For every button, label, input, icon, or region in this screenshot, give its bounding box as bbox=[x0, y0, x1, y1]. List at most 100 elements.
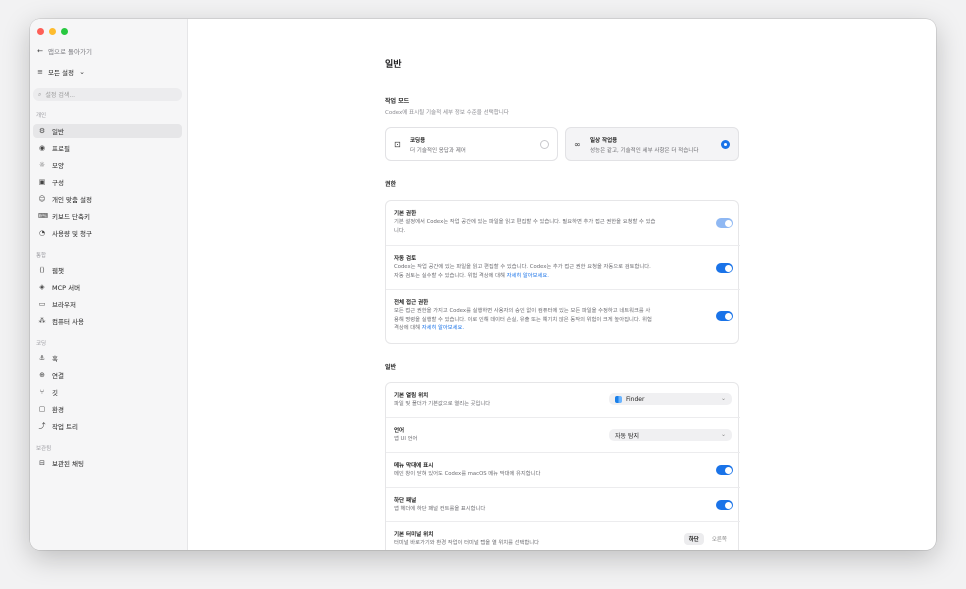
config-icon: ▣ bbox=[38, 177, 46, 186]
language-select[interactable]: 자동 탐지 ⌄ bbox=[609, 429, 732, 441]
settings-content-pane: 일반 작업 모드 Codex에 표시될 기술적 세부 정보 수준을 선택합니다 … bbox=[187, 19, 936, 550]
menubar-row: 메뉴 막대에 표시 메인 창이 닫혀 있어도 Codex를 macOS 메뉴 막… bbox=[386, 452, 740, 487]
settings-scope-dropdown[interactable]: ≡ 모든 설정 ⌄ bbox=[36, 65, 86, 79]
learn-more-link[interactable]: 자세히 알아보세요. bbox=[422, 325, 464, 331]
bottom-panel-toggle[interactable] bbox=[716, 500, 733, 510]
sidebar-item-keyboard[interactable]: ⌨ 키보드 단축키 bbox=[33, 209, 182, 223]
setting-title: 메뉴 막대에 표시 bbox=[394, 463, 434, 469]
arrow-left-icon: ← bbox=[37, 46, 43, 55]
settings-search-input[interactable]: ⌕ 설정 검색... bbox=[33, 88, 182, 101]
sidebar-item-personalization[interactable]: ☺ 개인 맞춤 설정 bbox=[33, 192, 182, 206]
mode-option-everyday[interactable]: ∞ 일상 작업용 성능은 같고, 기술적인 세부 사항은 더 적습니다 bbox=[565, 127, 739, 161]
setting-title: 기본 열림 위치 bbox=[394, 393, 429, 399]
learn-more-link[interactable]: 자세히 알아보세요. bbox=[507, 273, 549, 279]
sidebar-item-worktree[interactable]: ⤴ 작업 트리 bbox=[33, 419, 182, 433]
permission-auto-review-toggle[interactable] bbox=[716, 263, 733, 273]
terminal-position-right[interactable]: 오른쪽 bbox=[707, 533, 732, 545]
sidebar-item-profile[interactable]: ◉ 프로필 bbox=[33, 141, 182, 155]
sidebar-item-usage[interactable]: ◔ 사용량 및 청구 bbox=[33, 226, 182, 240]
sidebar-item-label: 구성 bbox=[52, 179, 64, 187]
gauge-icon: ◔ bbox=[38, 228, 46, 237]
terminal-position-bottom[interactable]: 하단 bbox=[683, 533, 704, 545]
sidebar-item-git[interactable]: ⑂ 깃 bbox=[33, 385, 182, 399]
work-mode-subtitle: Codex에 표시될 기술적 세부 정보 수준을 선택합니다 bbox=[385, 110, 509, 116]
menubar-toggle[interactable] bbox=[716, 465, 733, 475]
sidebar-item-browser[interactable]: ▭ 브라우저 bbox=[33, 297, 182, 311]
permission-full-access-row: 전체 접근 권한 모든 접근 권한을 가지고 Codex를 실행하면 사용자의 … bbox=[386, 289, 740, 345]
sidebar-item-config[interactable]: ▣ 구성 bbox=[33, 175, 182, 189]
sidebar-item-label: 깃 bbox=[52, 389, 58, 397]
setting-title: 하단 패널 bbox=[394, 498, 417, 504]
permission-desc-line: 니다. bbox=[394, 227, 406, 234]
monitor-icon: ▢ bbox=[38, 404, 46, 413]
general-title: 일반 bbox=[385, 364, 397, 371]
cursor-icon: ⁂ bbox=[38, 316, 46, 325]
settings-window: ← 앱으로 돌아가기 ≡ 모든 설정 ⌄ ⌕ 설정 검색... 개인 ⚙ 일반 … bbox=[30, 19, 936, 550]
archive-icon: ⊟ bbox=[39, 458, 45, 467]
permission-desc-line: 기본 설정에서 Codex는 작업 공간에 있는 파일을 읽고 편집할 수 있습… bbox=[394, 219, 656, 225]
permission-full-access-toggle[interactable] bbox=[716, 311, 733, 321]
open-location-select[interactable]: Finder ⌄ bbox=[609, 393, 732, 405]
mode-radio-coding[interactable] bbox=[540, 140, 549, 149]
permission-default-row: 기본 권한 기본 설정에서 Codex는 작업 공간에 있는 파일을 읽고 편집… bbox=[386, 201, 740, 245]
select-value: 자동 탐지 bbox=[615, 432, 639, 440]
setting-desc: 앱 UI 언어 bbox=[394, 436, 418, 442]
sidebar-item-general[interactable]: ⚙ 일반 bbox=[33, 124, 182, 138]
mode-option-desc: 성능은 같고, 기술적인 세부 사항은 더 적습니다 bbox=[590, 148, 699, 154]
permission-title: 기본 권한 bbox=[394, 211, 417, 217]
sidebar-item-connections[interactable]: ⊕ 연결 bbox=[33, 368, 182, 382]
zoom-window-button[interactable] bbox=[61, 28, 68, 35]
setting-title: 기본 터미널 위치 bbox=[394, 532, 434, 538]
minimize-window-button[interactable] bbox=[49, 28, 56, 35]
back-to-app-link[interactable]: ← 앱으로 돌아가기 bbox=[36, 44, 92, 58]
permission-desc-line: 자동 검토는 실수할 수 있습니다. 위험 격상에 대해 bbox=[394, 272, 507, 279]
permissions-card: 기본 권한 기본 설정에서 Codex는 작업 공간에 있는 파일을 읽고 편집… bbox=[385, 200, 740, 345]
setting-title: 언어 bbox=[394, 428, 405, 434]
setting-desc: 앱 헤더에 하단 패널 컨트롤을 표시합니다 bbox=[394, 506, 486, 512]
terminal-position-row: 기본 터미널 위치 터미널 바로가기와 환경 작업이 터미널 탭을 열 위치를 … bbox=[386, 521, 740, 550]
mode-option-coding[interactable]: ⊡ 코딩용 더 기술적인 응답과 제어 bbox=[385, 127, 558, 161]
chevron-down-icon: ⌄ bbox=[720, 395, 726, 402]
mode-radio-everyday[interactable] bbox=[721, 140, 730, 149]
back-label: 앱으로 돌아가기 bbox=[48, 48, 92, 56]
terminal-position-segmented[interactable]: 하단 오른쪽 bbox=[683, 533, 732, 545]
sidebar-item-label: MCP 서버 bbox=[52, 284, 81, 292]
sidebar-item-archived-chats[interactable]: ⊟ 보관된 채팅 bbox=[33, 456, 182, 470]
gear-icon: ⚙ bbox=[38, 126, 46, 135]
sidebar-item-label: 환경 bbox=[52, 406, 64, 414]
sidebar-item-hooks[interactable]: ⚓ 훅 bbox=[33, 351, 182, 365]
globe-icon: ⊕ bbox=[39, 370, 45, 379]
sidebar-item-label: 웹챗 bbox=[52, 267, 64, 275]
sidebar-item-webchat[interactable]: ⟨⟩ 웹챗 bbox=[33, 263, 182, 277]
scope-label: 모든 설정 bbox=[48, 69, 74, 77]
setting-desc: 파일 및 폴더가 기본값으로 열리는 곳입니다 bbox=[394, 401, 491, 407]
sidebar-item-environment[interactable]: ▢ 환경 bbox=[33, 402, 182, 416]
worktree-icon: ⤴ bbox=[38, 421, 46, 430]
page-title: 일반 bbox=[385, 60, 402, 70]
sidebar-item-computer-use[interactable]: ⁂ 컴퓨터 사용 bbox=[33, 314, 182, 328]
sidebar-item-label: 연결 bbox=[52, 372, 64, 380]
sidebar-item-mcp[interactable]: ◈ MCP 서버 bbox=[33, 280, 182, 294]
permissions-title: 권한 bbox=[385, 181, 397, 188]
sidebar: ← 앱으로 돌아가기 ≡ 모든 설정 ⌄ ⌕ 설정 검색... 개인 ⚙ 일반 … bbox=[30, 19, 188, 550]
permission-title: 자동 검토 bbox=[394, 256, 417, 262]
section-coding: 코딩 bbox=[36, 341, 47, 347]
sidebar-item-appearance[interactable]: ☼ 모양 bbox=[33, 158, 182, 172]
close-window-button[interactable] bbox=[37, 28, 44, 35]
mcp-icon: ◈ bbox=[39, 282, 45, 291]
general-card: 기본 열림 위치 파일 및 폴더가 기본값으로 열리는 곳입니다 Finder … bbox=[385, 382, 740, 550]
bottom-panel-row: 하단 패널 앱 헤더에 하단 패널 컨트롤을 표시합니다 bbox=[386, 487, 740, 521]
permission-desc: Codex는 작업 공간에 있는 파일을 읽고 편집할 수 있습니다. Code… bbox=[394, 263, 709, 280]
sidebar-item-label: 브라우저 bbox=[52, 301, 76, 309]
mode-option-title: 일상 작업용 bbox=[590, 138, 618, 144]
work-mode-title: 작업 모드 bbox=[385, 98, 410, 105]
browser-icon: ▭ bbox=[38, 299, 46, 308]
keyboard-icon: ⌨ bbox=[38, 211, 49, 220]
hook-icon: ⚓ bbox=[38, 353, 46, 362]
permission-desc-line: 용해 명령을 실행할 수 있습니다. 이로 인해 데이터 손실, 유출 또는 예… bbox=[394, 316, 652, 323]
filter-icon: ≡ bbox=[37, 67, 43, 76]
permission-auto-review-row: 자동 검토 Codex는 작업 공간에 있는 파일을 읽고 편집할 수 있습니다… bbox=[386, 245, 740, 289]
chevron-down-icon: ⌄ bbox=[720, 431, 726, 438]
permission-default-toggle[interactable] bbox=[716, 218, 733, 228]
section-personal: 개인 bbox=[36, 113, 47, 119]
